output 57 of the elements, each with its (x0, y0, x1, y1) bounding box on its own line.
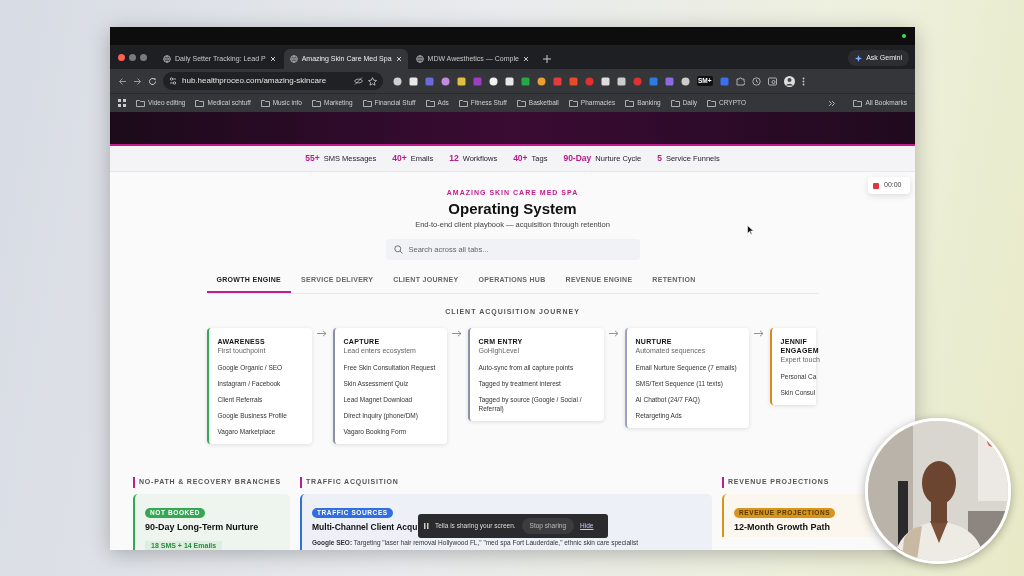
star-icon[interactable] (368, 76, 377, 86)
minimize-window-icon[interactable] (129, 53, 136, 61)
arrow-icon (452, 329, 462, 337)
folder-icon (136, 98, 145, 108)
eye-off-icon[interactable] (354, 77, 363, 85)
folder-icon (516, 98, 526, 108)
close-icon[interactable] (269, 56, 276, 62)
globe-icon (415, 55, 424, 63)
close-icon[interactable] (522, 56, 529, 62)
card-title: 12-Month Growth Path (734, 521, 830, 533)
stat-value: 90-Day (563, 152, 592, 165)
address-bar[interactable]: hub.healthproceo.com/amazing-skincare (163, 72, 383, 90)
arrow-icon (317, 329, 327, 337)
tab-search-icon[interactable] (767, 76, 777, 86)
apps-grid-icon[interactable] (118, 99, 126, 107)
folder-icon (362, 98, 372, 108)
site-settings-icon[interactable] (169, 77, 177, 85)
folder-icon (311, 98, 321, 108)
close-window-icon[interactable] (118, 53, 125, 61)
stat-value: 40+ (392, 152, 407, 165)
new-tab-icon[interactable] (542, 55, 551, 63)
url-text: hub.healthproceo.com/amazing-skincare (182, 75, 328, 87)
folder-icon (853, 98, 863, 108)
cursor-icon (747, 225, 754, 235)
stat-value: 5 (657, 152, 662, 165)
sparkle-icon (855, 54, 863, 62)
record-icon (873, 182, 879, 189)
reload-icon[interactable] (148, 76, 157, 86)
folder-icon (260, 98, 270, 108)
arrow-icon (754, 329, 764, 337)
forward-icon[interactable] (133, 76, 142, 86)
folder-icon (425, 98, 435, 108)
globe-icon (163, 55, 171, 63)
folder-icon (568, 98, 578, 108)
pause-icon (424, 523, 429, 529)
card-title: Multi-Channel Client Acqu (312, 521, 418, 533)
globe-icon (289, 55, 298, 63)
status-dot-icon (902, 34, 906, 38)
stat-value: 55+ (305, 152, 320, 165)
card-title: 90-Day Long-Term Nurture (145, 521, 259, 533)
stat-value: 12 (449, 152, 459, 165)
arrow-icon (609, 329, 619, 337)
close-icon[interactable] (395, 56, 402, 62)
menu-icon[interactable] (801, 76, 805, 86)
back-icon[interactable] (118, 76, 127, 86)
maximize-window-icon[interactable] (140, 53, 147, 61)
search-icon (393, 244, 403, 254)
folder-icon (195, 98, 205, 108)
folder-icon (670, 98, 680, 108)
folder-icon (707, 98, 717, 108)
folder-icon (458, 98, 468, 108)
avatar-icon[interactable] (783, 75, 795, 87)
page-title: Operating System (447, 199, 578, 218)
more-bookmarks-icon[interactable] (828, 99, 836, 107)
folder-icon (625, 98, 635, 108)
history-icon[interactable] (751, 76, 761, 86)
stat-value: 40+ (513, 152, 528, 165)
